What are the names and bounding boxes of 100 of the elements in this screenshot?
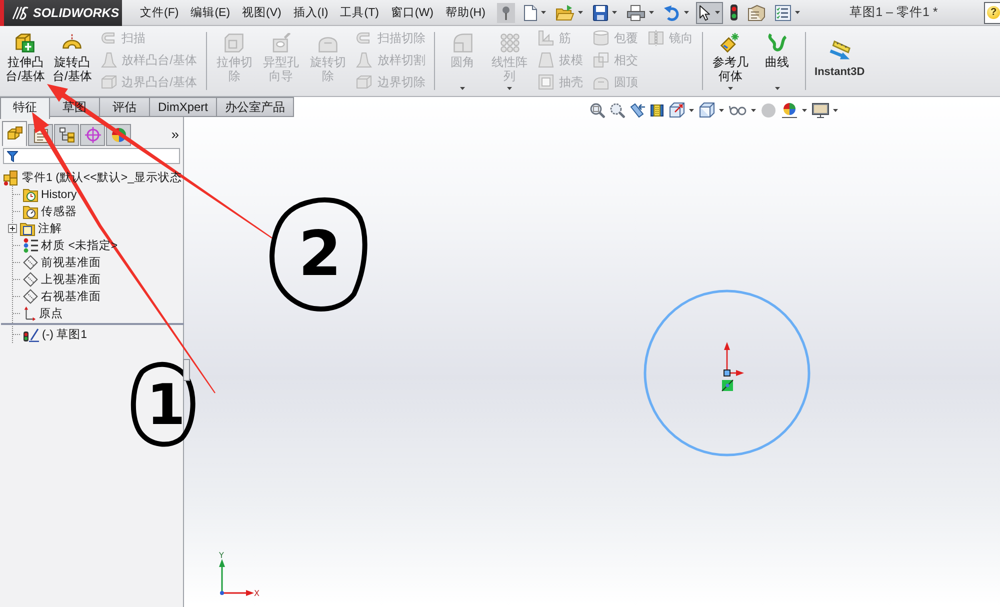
tree-item[interactable]: (-) 草图1 — [42, 327, 88, 342]
plane-icon — [23, 272, 38, 287]
page-icon — [524, 4, 538, 20]
view-toolbar-button[interactable] — [630, 102, 645, 118]
curve-icon — [767, 33, 788, 53]
tree-item[interactable]: History — [41, 188, 77, 200]
hollow-box-icon — [538, 74, 554, 90]
caret-icon[interactable] — [802, 108, 807, 112]
tree-item[interactable]: 注解 — [38, 221, 62, 236]
menu-item[interactable]: 插入(I) — [287, 3, 334, 22]
caret-icon[interactable] — [684, 11, 690, 14]
undo-arrow-icon — [664, 4, 680, 20]
caret-icon[interactable] — [578, 11, 584, 14]
tree-item[interactable]: 传感器 — [41, 204, 77, 219]
tab[interactable]: 特征 — [0, 97, 50, 119]
sketch-origin-icon — [724, 342, 744, 376]
caret-icon[interactable] — [649, 11, 654, 14]
plane-icon — [23, 289, 38, 304]
caret-icon[interactable] — [612, 11, 618, 14]
split-cylinder-icon — [650, 102, 664, 118]
view-toolbar-button[interactable] — [669, 102, 694, 118]
axis-triad-icon — [219, 559, 254, 596]
arrow-back-icon — [630, 102, 645, 118]
axis-label: X — [254, 589, 260, 598]
tree-item[interactable]: 右视基准面 — [41, 289, 101, 304]
handwritten-number: 2 — [298, 217, 342, 290]
ribbon-button[interactable]: Instant3D — [810, 26, 869, 96]
panel-tab[interactable] — [2, 121, 27, 146]
view-toolbar-button[interactable] — [590, 102, 605, 118]
node-tree-icon — [58, 127, 74, 143]
panel-tab[interactable] — [54, 124, 79, 146]
blocks-icon — [6, 126, 22, 142]
logo-text: SOLIDWORKS — [33, 6, 120, 20]
pin-icon[interactable] — [500, 6, 512, 20]
ruler-arrow-icon — [828, 40, 851, 62]
axis-label: Y — [219, 551, 224, 560]
magnifier-icon — [610, 102, 625, 118]
clipboard-icon — [748, 4, 766, 20]
drill-icon — [271, 33, 292, 53]
point-marker-icon — [722, 380, 734, 392]
view-toolbar-button[interactable] — [781, 102, 807, 118]
ribbon-button[interactable]: 参考几何体 — [708, 26, 753, 96]
filter-field[interactable] — [3, 148, 180, 164]
plane-icon — [23, 255, 38, 270]
traffic-light-icon — [730, 4, 738, 21]
view-toolbar-button[interactable] — [610, 102, 625, 118]
caret-icon[interactable] — [719, 108, 724, 112]
ribbon-button[interactable]: 曲线 — [754, 26, 800, 96]
caret-icon[interactable] — [715, 11, 720, 14]
tab[interactable]: DimXpert — [150, 97, 218, 117]
logo-swoosh-icon — [11, 6, 29, 20]
dot-grid-icon — [500, 33, 520, 53]
tab[interactable]: 办公室产品 — [217, 97, 294, 117]
rounded-block-icon — [452, 33, 473, 53]
caret-icon[interactable] — [833, 108, 838, 112]
sensor-folder-icon — [23, 204, 38, 219]
floppy-icon — [593, 4, 608, 20]
window-title: 草图1 – 零件1 * — [850, 4, 938, 21]
cube-arrows-icon — [669, 102, 685, 118]
view-toolbar-button[interactable] — [650, 102, 664, 118]
ribbon-button[interactable]: 旋转凸台/基体 — [50, 26, 95, 96]
caret-icon[interactable] — [541, 11, 546, 14]
box-icon — [356, 74, 372, 90]
menu-item[interactable]: 帮助(H) — [439, 3, 492, 22]
origin-icon — [23, 306, 36, 321]
caret-icon[interactable] — [751, 108, 756, 112]
view-toolbar-button[interactable] — [812, 102, 838, 118]
mirror-icon — [648, 30, 664, 46]
view-toolbar-button[interactable] — [699, 102, 724, 118]
caret-icon[interactable] — [774, 87, 780, 90]
menu-item[interactable]: 视图(V) — [236, 3, 288, 22]
menu-item[interactable]: 窗口(W) — [384, 3, 440, 22]
tree-item[interactable]: 前视基准面 — [41, 255, 101, 270]
tree-item[interactable]: 原点 — [39, 306, 63, 321]
caret-icon[interactable] — [689, 108, 694, 112]
ribbon-button[interactable]: 拉伸凸台/基体 — [3, 26, 48, 96]
bell-icon — [100, 52, 117, 68]
menu-item[interactable]: 编辑(E) — [184, 3, 236, 22]
expand-icon[interactable] — [8, 224, 17, 233]
ball-icon — [781, 102, 798, 118]
tree-item[interactable]: 上视基准面 — [41, 272, 101, 287]
toolbar-button[interactable] — [696, 2, 724, 24]
menu-item[interactable]: 文件(F) — [134, 3, 185, 22]
block-icon — [224, 33, 244, 53]
caret-icon[interactable] — [795, 11, 800, 14]
more-tabs-button[interactable]: » — [171, 126, 179, 142]
handwritten-number: 1 — [146, 373, 186, 438]
funnel-icon — [7, 150, 18, 162]
block-arrow-icon — [15, 33, 36, 53]
splitter-handle[interactable] — [183, 359, 190, 381]
menu-item[interactable]: 工具(T) — [334, 3, 385, 22]
crosshair-icon — [84, 127, 100, 143]
view-toolbar-button[interactable] — [729, 104, 756, 116]
help-button[interactable]: ? — [984, 2, 1000, 24]
hook-icon — [100, 30, 117, 46]
folder-icon — [556, 4, 574, 20]
tab[interactable]: 评估 — [100, 97, 150, 117]
plane-sparkle-icon — [720, 33, 740, 53]
caret-icon[interactable] — [728, 87, 733, 90]
history-folder-icon — [23, 187, 38, 202]
